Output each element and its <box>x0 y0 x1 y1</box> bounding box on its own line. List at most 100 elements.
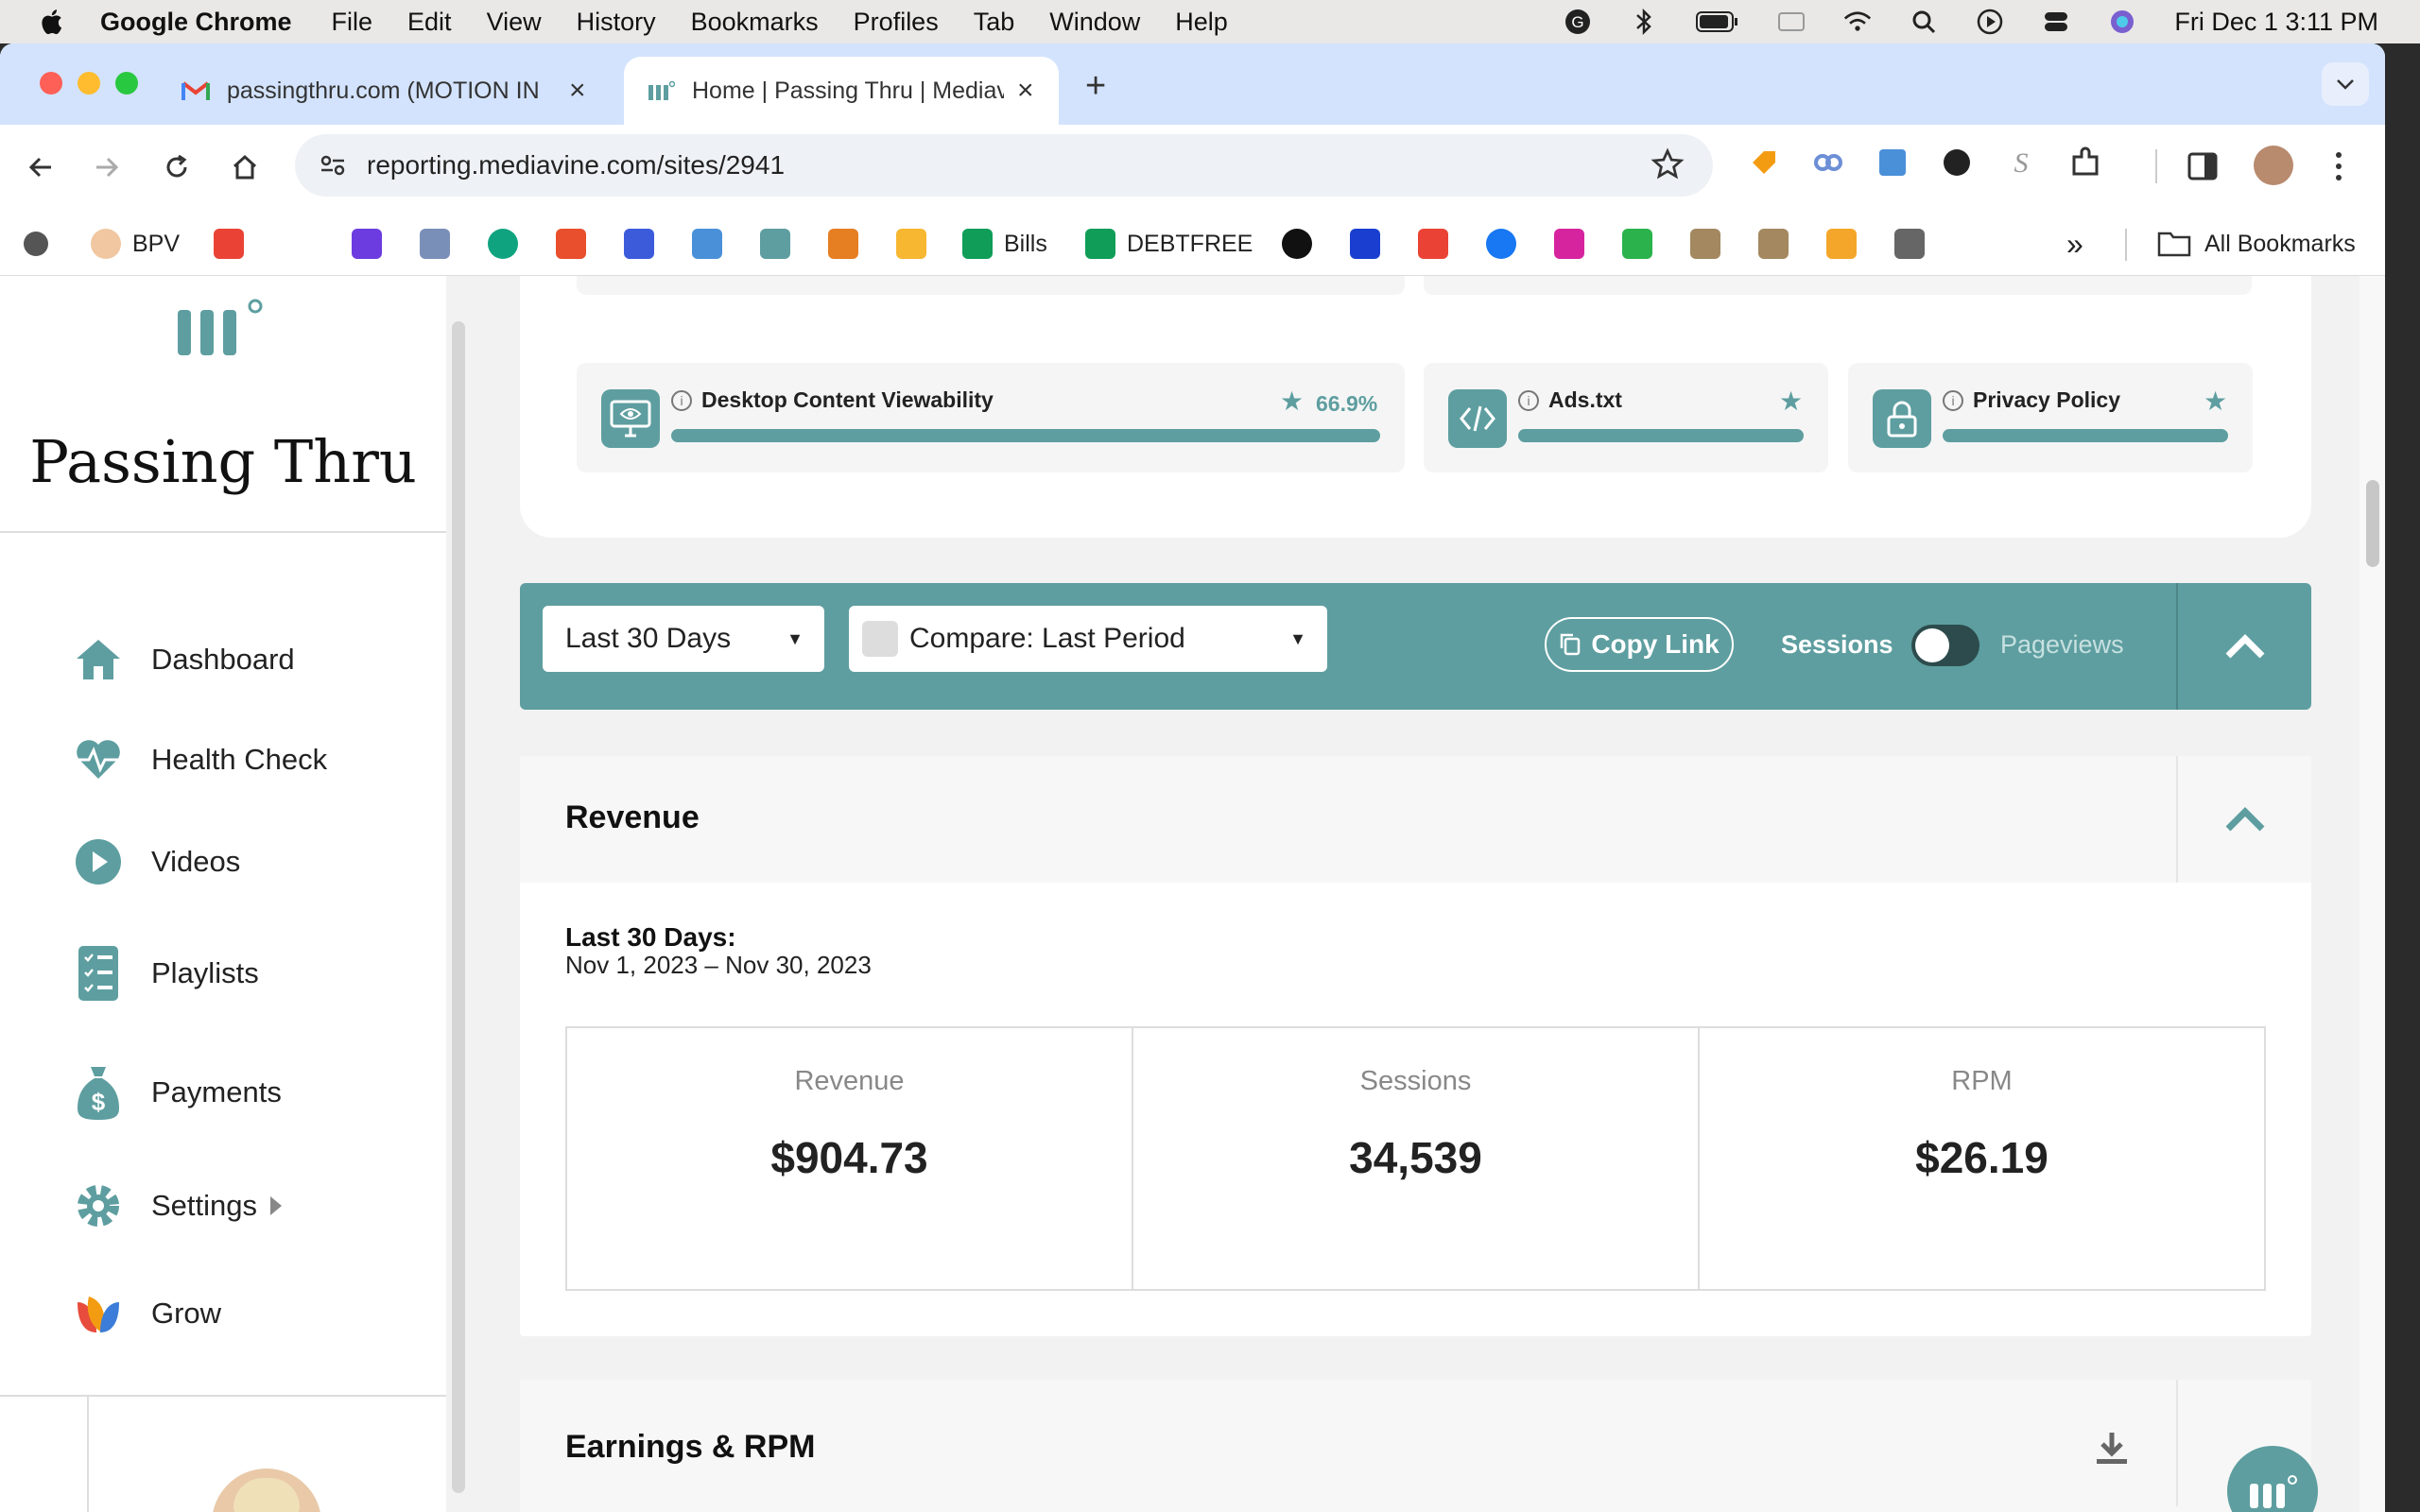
bookmark-bills[interactable]: Bills <box>962 225 1047 263</box>
page-scrollbar[interactable] <box>2360 276 2385 1512</box>
menu-edit[interactable]: Edit <box>407 8 452 37</box>
tab-gmail[interactable]: passingthru.com (MOTION IN × <box>159 57 622 125</box>
more-bookmarks-icon[interactable]: » <box>2066 225 2083 263</box>
tab-mediavine[interactable]: Home | Passing Thru | Mediavine × <box>624 57 1059 125</box>
bookmark-gmail[interactable] <box>214 225 255 263</box>
menu-view[interactable]: View <box>487 8 542 37</box>
close-tab-icon[interactable]: × <box>1017 75 1034 107</box>
tab-search-button[interactable] <box>2322 62 2369 106</box>
menu-bookmarks[interactable]: Bookmarks <box>691 8 819 37</box>
bookmark-airtable[interactable] <box>896 225 938 263</box>
minimize-window-button[interactable] <box>78 72 100 94</box>
bookmark-star-icon[interactable] <box>1651 147 1685 186</box>
nav-payments[interactable]: $ Payments <box>74 1064 282 1121</box>
info-icon[interactable]: i <box>1518 389 1539 411</box>
bookmark-patreon[interactable] <box>1350 225 1392 263</box>
health-item-adstxt[interactable]: i Ads.txt ★ <box>1424 363 1828 472</box>
kebab-menu-icon[interactable] <box>2331 147 2346 190</box>
home-button[interactable] <box>223 146 267 189</box>
bookmark-analytics[interactable] <box>692 225 734 263</box>
back-button[interactable] <box>19 146 62 189</box>
mediavine-logo[interactable] <box>174 295 268 361</box>
bookmark-2[interactable] <box>420 225 461 263</box>
profile-avatar[interactable] <box>2254 146 2293 185</box>
info-icon[interactable]: i <box>1943 389 1963 411</box>
wifi-icon[interactable] <box>1843 8 1872 36</box>
new-tab-icon[interactable]: + <box>1085 66 1106 107</box>
address-bar[interactable]: reporting.mediavine.com/sites/2941 <box>295 134 1713 197</box>
site-info-icon[interactable] <box>316 148 350 182</box>
menu-help[interactable]: Help <box>1175 8 1228 37</box>
battery-icon[interactable] <box>1696 8 1739 36</box>
bookmark-grammarly[interactable] <box>556 225 597 263</box>
screen-mirror-icon[interactable] <box>1777 8 1806 36</box>
nav-dashboard[interactable]: Dashboard <box>74 631 295 688</box>
scrollbar-thumb[interactable] <box>2366 480 2379 567</box>
bookmark-mediavine[interactable] <box>760 225 802 263</box>
download-icon[interactable] <box>2093 1429 2131 1471</box>
spotlight-search-icon[interactable] <box>1910 8 1938 36</box>
date-range-select[interactable]: Last 30 Days ▼ <box>543 606 824 672</box>
nav-health-check[interactable]: Health Check <box>74 731 327 788</box>
siri-icon[interactable] <box>2108 8 2136 36</box>
nav-playlists[interactable]: Playlists <box>74 945 259 1002</box>
collapse-revenue-button[interactable] <box>2176 756 2311 883</box>
media-play-icon[interactable] <box>1976 8 2004 36</box>
all-bookmarks[interactable]: All Bookmarks <box>2157 225 2356 263</box>
close-window-button[interactable] <box>40 72 62 94</box>
nav-settings[interactable]: Settings <box>74 1177 283 1234</box>
menu-history[interactable]: History <box>577 8 656 37</box>
menu-file[interactable]: File <box>332 8 373 37</box>
zoom-window-button[interactable] <box>115 72 138 94</box>
bookmark-4[interactable] <box>1690 225 1732 263</box>
bookmark-facebook[interactable] <box>1486 225 1528 263</box>
menubar-clock[interactable]: Fri Dec 1 3:11 PM <box>2174 8 2378 37</box>
info-icon[interactable]: i <box>671 389 692 411</box>
forward-button[interactable] <box>85 146 129 189</box>
bookmark-gmail-2[interactable] <box>1418 225 1460 263</box>
bookmark-instagram[interactable] <box>1554 225 1596 263</box>
bookmark-debtfree[interactable]: DEBTFREE <box>1085 225 1253 263</box>
bookmark-bpv[interactable]: BPV <box>91 225 180 263</box>
compare-checkbox[interactable] <box>862 621 898 657</box>
bookmark-chatgpt[interactable] <box>488 225 529 263</box>
menu-profiles[interactable]: Profiles <box>854 8 939 37</box>
copy-link-button[interactable]: Copy Link <box>1545 617 1734 672</box>
blue-extension-icon[interactable] <box>1874 144 1911 186</box>
bookmark-7[interactable] <box>1894 225 1936 263</box>
grammarly-status-icon[interactable]: G <box>1564 8 1592 36</box>
bookmark-3[interactable] <box>1282 225 1323 263</box>
s-extension-icon[interactable]: S <box>2002 144 2040 186</box>
sidebar-scrollbar[interactable] <box>452 321 465 1493</box>
url-text[interactable]: reporting.mediavine.com/sites/2941 <box>367 150 785 180</box>
collapse-filters-button[interactable] <box>2176 583 2311 710</box>
sessions-label[interactable]: Sessions <box>1781 630 1893 660</box>
app-name[interactable]: Google Chrome <box>100 8 292 37</box>
spy-extension-icon[interactable] <box>1938 144 1976 186</box>
health-item-privacy[interactable]: i Privacy Policy ★ <box>1848 363 2253 472</box>
honey-extension-icon[interactable] <box>1745 144 1783 186</box>
nav-grow[interactable]: Grow <box>74 1285 221 1342</box>
close-tab-icon[interactable]: × <box>569 75 586 107</box>
bookmark-calendar[interactable] <box>624 225 666 263</box>
apple-icon[interactable] <box>38 7 68 37</box>
sessions-pageviews-toggle[interactable] <box>1911 625 1979 666</box>
menu-window[interactable]: Window <box>1049 8 1140 37</box>
bookmark-6[interactable] <box>1826 225 1868 263</box>
reload-button[interactable] <box>155 146 199 189</box>
puzzle-extensions-icon[interactable] <box>2066 144 2104 186</box>
bookmark-grow[interactable] <box>828 225 870 263</box>
pageviews-label[interactable]: Pageviews <box>2000 630 2124 660</box>
bookmark-1[interactable] <box>352 225 393 263</box>
control-center-icon[interactable] <box>2042 8 2070 36</box>
side-panel-icon[interactable] <box>2186 149 2220 188</box>
compare-select[interactable]: Compare: Last Period ▼ <box>849 606 1327 672</box>
user-avatar[interactable] <box>212 1469 321 1512</box>
menu-tab[interactable]: Tab <box>974 8 1015 37</box>
nav-videos[interactable]: Videos <box>74 833 240 890</box>
link-extension-icon[interactable] <box>1809 144 1847 186</box>
bookmark-5[interactable] <box>1758 225 1800 263</box>
bookmark-globe[interactable] <box>21 225 51 263</box>
bluetooth-icon[interactable] <box>1630 8 1658 36</box>
bookmark-feedly[interactable] <box>1622 225 1664 263</box>
